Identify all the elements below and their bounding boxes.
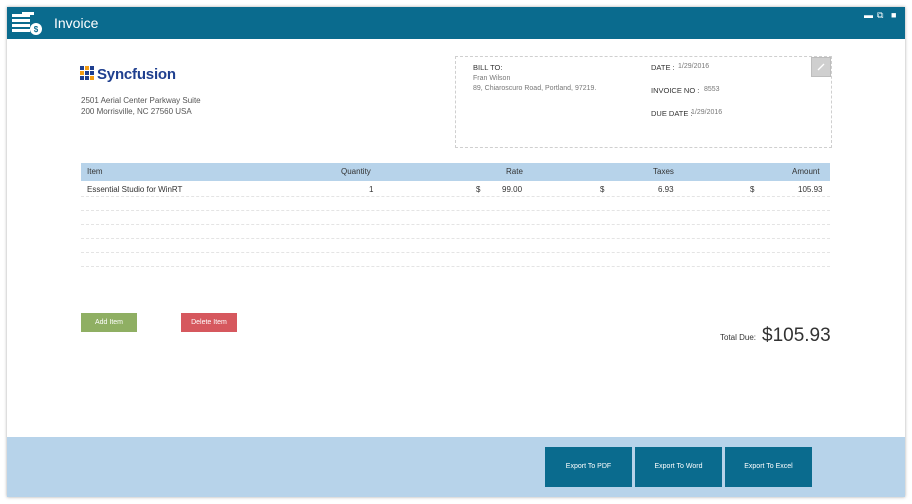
row-divider [81, 238, 830, 239]
add-item-button[interactable]: Add Item [81, 313, 137, 332]
syncfusion-logo-icon [80, 66, 94, 80]
title-bar: $ Invoice ▬ ⧉ ■ [7, 7, 905, 39]
restore-icon[interactable]: ⧉ [877, 10, 883, 21]
due-date-value: 1/29/2016 [691, 109, 723, 116]
customer-name: Fran Wilson [473, 75, 511, 82]
column-header-taxes: Taxes [653, 167, 674, 176]
cell-amount: 105.93 [798, 185, 823, 194]
column-header-rate: Rate [506, 167, 523, 176]
bill-info-box [455, 56, 832, 148]
due-date-label: DUE DATE : [651, 109, 693, 118]
window-title: Invoice [54, 15, 99, 31]
invoice-no-value: 8553 [704, 86, 720, 93]
bill-to-label: BILL TO: [473, 63, 503, 72]
company-logo-text: Syncfusion [97, 66, 176, 83]
cell-item: Essential Studio for WinRT [87, 185, 183, 194]
row-divider [81, 196, 830, 197]
column-header-amount: Amount [792, 167, 820, 176]
column-header-quantity: Quantity [341, 167, 371, 176]
footer-bar: Export To PDF Export To Word Export To E… [7, 437, 905, 497]
export-pdf-button[interactable]: Export To PDF [545, 447, 632, 487]
cell-rate: 99.00 [502, 185, 523, 194]
cell-taxes: 6.93 [658, 185, 674, 194]
delete-item-button[interactable]: Delete Item [181, 313, 237, 332]
cell-quantity: 1 [369, 185, 374, 194]
cell-taxes-currency: $ [600, 185, 605, 194]
invoice-no-label: INVOICE NO : [651, 86, 700, 95]
minimize-icon[interactable]: ▬ [864, 10, 873, 20]
company-address-line2: 200 Morrisville, NC 27560 USA [81, 107, 192, 116]
edit-button[interactable] [811, 57, 831, 77]
items-table-header: Item Quantity Rate Taxes Amount [81, 163, 830, 181]
column-header-item: Item [87, 167, 103, 176]
export-word-button[interactable]: Export To Word [635, 447, 722, 487]
company-address-line1: 2501 Aerial Center Parkway Suite [81, 96, 201, 105]
row-divider [81, 224, 830, 225]
svg-text:$: $ [34, 25, 39, 34]
date-label: DATE : [651, 63, 675, 72]
total-due-label: Total Due: [720, 333, 757, 342]
row-divider [81, 252, 830, 253]
export-excel-button[interactable]: Export To Excel [725, 447, 812, 487]
cell-amount-currency: $ [750, 185, 755, 194]
pencil-icon [817, 63, 825, 71]
total-due-value: $105.93 [762, 325, 831, 346]
row-divider [81, 266, 830, 267]
date-value: 1/29/2016 [678, 63, 710, 70]
cell-rate-currency: $ [476, 185, 481, 194]
close-icon[interactable]: ■ [891, 10, 896, 20]
invoice-app-icon: $ [12, 12, 42, 35]
row-divider [81, 210, 830, 211]
customer-address: 89, Chiaroscuro Road, Portland, 97219. [473, 85, 597, 92]
invoice-window: $ Invoice ▬ ⧉ ■ Syncfusion 2501 Aerial C… [7, 7, 905, 497]
